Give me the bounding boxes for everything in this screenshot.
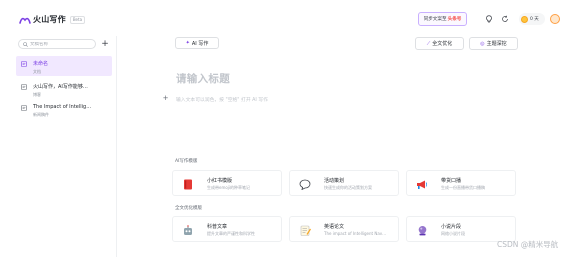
document-item-blog[interactable]: 火山写作，AI写作能够… 博客 [16, 79, 112, 99]
app-logo[interactable]: 火山写作 Beta [19, 14, 86, 25]
card-description: 生成带emoji的种草笔记 [207, 185, 251, 190]
document-type: 文档 [33, 69, 41, 74]
insert-block-button[interactable]: + [162, 95, 169, 102]
top-bar: 火山写作 Beta 同步文案至 头条号 0 天 [0, 0, 579, 30]
body-input[interactable]: 输入文本可以润色，按 "空格" 打开 AI 写作 [176, 96, 268, 103]
full-text-polish-button[interactable]: ⟋ 全文优化 [415, 37, 464, 50]
app-name: 火山写作 [33, 15, 66, 24]
search-box[interactable] [18, 39, 96, 49]
crystal-ball-icon [416, 224, 428, 236]
ai-templates-label: AI写作模版 [175, 159, 198, 164]
search-icon [23, 41, 28, 47]
megaphone-icon [416, 178, 428, 190]
document-title: 火山写作，AI写作能够… [33, 84, 88, 90]
document-icon [21, 61, 27, 67]
document-icon [21, 84, 27, 90]
card-description: The impact of Intelligent Nav… [324, 231, 387, 236]
bulb-icon[interactable] [484, 14, 494, 24]
wand-icon: ⟋ [426, 40, 431, 47]
card-title: 小红书模版 [207, 178, 233, 184]
sparkle-icon: ✦ [185, 40, 190, 46]
ai-write-button[interactable]: ✦ AI 写作 [175, 37, 219, 49]
document-item-news[interactable]: The Impact of Intellig… 新闻稿件 [16, 100, 112, 120]
avatar[interactable] [550, 14, 560, 24]
red-book-icon [182, 178, 194, 190]
document-title: The Impact of Intellig… [33, 104, 92, 110]
points-value: 0 天 [530, 17, 539, 22]
document-icon [21, 105, 27, 111]
document-title: 未命名 [33, 61, 49, 67]
document-item-untitled[interactable]: 未命名 文档 [16, 56, 112, 76]
logo-icon [19, 17, 31, 24]
beta-badge: Beta [69, 15, 86, 24]
template-card-livestream[interactable]: 带货口播 生成一份直播带货口播稿 [406, 170, 516, 196]
coin-icon [521, 15, 528, 23]
sync-label: 同步文案至 [423, 17, 447, 22]
points-badge[interactable]: 0 天 [519, 13, 545, 25]
template-card-science[interactable]: 科普文章 提升文章的严谨性和科学性 [172, 216, 282, 242]
card-title: 科普文章 [207, 224, 228, 230]
polish-templates-label: 全文优化模版 [175, 206, 202, 211]
template-card-xiaohongshu[interactable]: 小红书模版 生成带emoji的种草笔记 [172, 170, 282, 196]
document-sidebar: + 未命名 文档 火山写作，AI写作能够… 博客 The Impact of I… [16, 36, 117, 257]
card-title: 活动策划 [324, 178, 345, 184]
search-input[interactable] [30, 41, 90, 47]
card-description: 网络小说片段 [441, 231, 465, 236]
refresh-icon[interactable] [500, 14, 510, 24]
ai-write-label: AI 写作 [191, 40, 209, 47]
card-description: 生成一份直播带货口播稿 [441, 185, 485, 190]
theme-dig-button[interactable]: ◎ 主题深挖 [469, 37, 518, 50]
add-document-button[interactable]: + [100, 39, 110, 49]
card-description: 提升文章的严谨性和科学性 [207, 231, 255, 236]
card-title: 英语论文 [324, 224, 345, 230]
target-icon: ◎ [480, 40, 485, 47]
robot-icon [182, 224, 194, 236]
template-card-event-planning[interactable]: 活动策划 快速生成你的活动策划方案 [289, 170, 399, 196]
sync-highlight: 头条号 [447, 17, 462, 22]
sync-button[interactable]: 同步文案至 头条号 [418, 12, 467, 26]
memo-icon [299, 224, 311, 236]
document-type: 博客 [33, 92, 41, 97]
card-title: 小说片段 [441, 224, 462, 230]
template-card-english-paper[interactable]: 英语论文 The impact of Intelligent Nav… [289, 216, 399, 242]
card-description: 快速生成你的活动策划方案 [324, 185, 372, 190]
speech-bubble-icon [299, 178, 311, 190]
document-type: 新闻稿件 [33, 112, 49, 117]
watermark: CSDN @精米导航 [497, 240, 559, 249]
title-input[interactable]: 请输入标题 [176, 71, 230, 86]
card-title: 带货口播 [441, 178, 462, 184]
theme-label: 主题深挖 [486, 41, 507, 47]
polish-label: 全文优化 [432, 41, 453, 47]
